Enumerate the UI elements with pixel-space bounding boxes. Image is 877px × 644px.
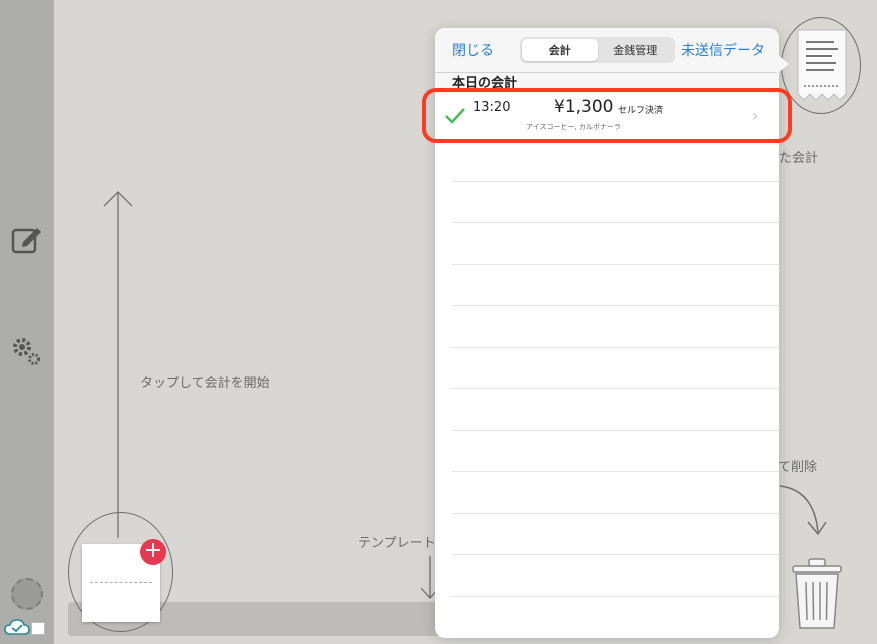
- tab-transactions[interactable]: 会計: [522, 39, 598, 61]
- unsent-data-button[interactable]: 未送信データ: [681, 40, 765, 60]
- close-button[interactable]: 閉じる: [452, 40, 494, 60]
- cloud-sync-icon[interactable]: [4, 618, 30, 640]
- settings-icon[interactable]: [10, 334, 44, 368]
- user-avatar-placeholder[interactable]: [11, 578, 43, 610]
- tab-cash-management[interactable]: 金銭管理: [598, 39, 674, 61]
- tap-to-start-hint: タップして会計を開始: [140, 376, 270, 391]
- curved-arrow-icon: [779, 485, 827, 536]
- receipt-icon[interactable]: [794, 28, 850, 104]
- segmented-control: 会計 金銭管理: [520, 37, 675, 63]
- highlight-annotation: [422, 88, 792, 143]
- trash-icon[interactable]: [791, 556, 843, 632]
- compose-icon[interactable]: [10, 222, 44, 256]
- sidebar: [0, 0, 54, 644]
- popover-header: 閉じる 会計 金銭管理 未送信データ: [435, 28, 779, 73]
- add-icon[interactable]: +: [140, 539, 166, 565]
- arrow-up-icon: [103, 191, 133, 538]
- delete-hint: て削除: [778, 460, 818, 475]
- receipt-hint: た会計: [779, 151, 819, 166]
- status-square: [31, 622, 45, 635]
- empty-list-lines: [452, 140, 779, 597]
- popover-arrow: [777, 54, 789, 74]
- template-hint: テンプレート: [358, 536, 436, 551]
